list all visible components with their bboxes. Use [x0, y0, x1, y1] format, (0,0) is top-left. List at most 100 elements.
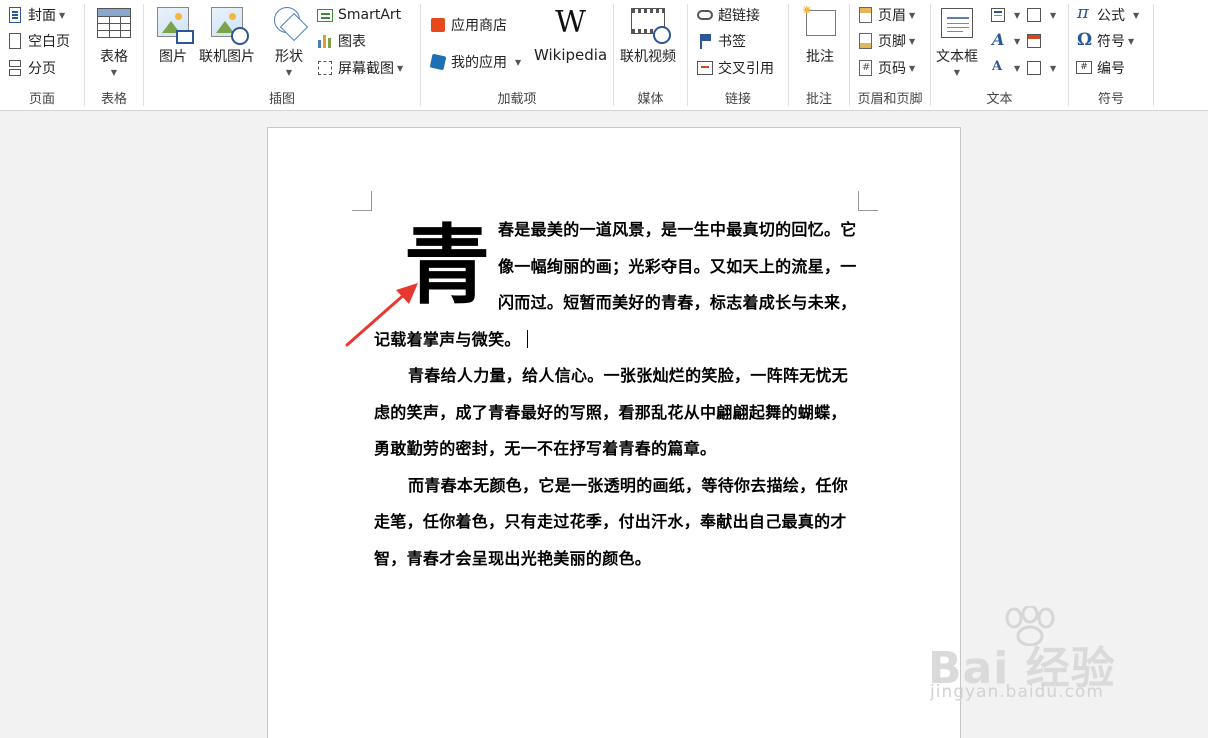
- blank-page-icon: [6, 32, 24, 50]
- my-apps-icon: [429, 53, 447, 71]
- blank-page-button[interactable]: 空白页: [6, 29, 70, 53]
- hyperlink-button[interactable]: 超链接: [696, 3, 760, 27]
- group-symbols: π 公式 ▼ Ω 符号 ▼ # 编号 符号: [1069, 0, 1153, 111]
- group-links: 超链接 书签 交叉引用 链接: [688, 0, 788, 111]
- paragraph-3[interactable]: 而青春本无颜色，它是一张透明的画纸，等待你去描绘，任你走笔，任你着色，只有走过花…: [374, 468, 860, 578]
- chevron-down-icon: ▼: [1014, 36, 1021, 46]
- cross-reference-label: 交叉引用: [718, 61, 774, 77]
- pi-icon: π: [1075, 2, 1093, 24]
- footer-button[interactable]: 页脚 ▼: [856, 29, 915, 53]
- chevron-down-icon: ▼: [515, 57, 522, 67]
- chevron-down-icon: ▼: [397, 63, 404, 73]
- chart-button[interactable]: 图表: [316, 29, 366, 53]
- chevron-down-icon: ▼: [909, 10, 916, 20]
- page-break-icon: [6, 59, 24, 77]
- group-pages: 封面 ▼ 空白页 分页 页面: [0, 0, 84, 111]
- comment-label: 批注: [806, 49, 834, 65]
- comment-button[interactable]: ✷ 批注: [801, 4, 839, 66]
- quick-parts-icon: [989, 6, 1007, 24]
- wordart-button[interactable]: A ▼: [989, 29, 1020, 53]
- chart-icon: [316, 32, 334, 50]
- textbox-icon: [938, 4, 976, 42]
- group-header-footer: 页眉▼ 页脚▼ 页码▼ 页眉和页脚: [850, 0, 930, 111]
- wikipedia-glyph: W: [555, 5, 586, 40]
- shapes-button[interactable]: 形状 ▼: [270, 4, 309, 77]
- smartart-icon: [316, 6, 334, 24]
- smartart-label: SmartArt: [338, 7, 402, 23]
- drop-cap-icon: A: [992, 59, 1003, 74]
- group-illustrations: 图片 联机图片 形状 ▼ SmartArt 图表 屏幕截图 ▼ 插图: [144, 0, 420, 111]
- chevron-down-icon: ▼: [1014, 10, 1021, 20]
- my-apps-button[interactable]: 我的应用 ▼: [429, 50, 521, 74]
- chevron-down-icon: ▼: [59, 10, 66, 20]
- wordart-icon: A: [992, 30, 1005, 49]
- screenshot-button[interactable]: 屏幕截图 ▼: [316, 56, 403, 80]
- screenshot-label: 屏幕截图: [338, 61, 394, 77]
- table-button[interactable]: 表格 ▼: [95, 4, 133, 77]
- symbol-label: 符号: [1097, 34, 1125, 50]
- table-icon: [95, 4, 133, 42]
- textbox-button[interactable]: 文本框 ▼: [936, 4, 978, 77]
- chevron-down-icon: ▼: [909, 63, 916, 73]
- document-page[interactable]: 青 春是最美的一道风景，是一生中最真切的回忆。它像一幅绚丽的画；光彩夺目。又如天…: [267, 127, 961, 738]
- paragraph-1[interactable]: 青 春是最美的一道风景，是一生中最真切的回忆。它像一幅绚丽的画；光彩夺目。又如天…: [374, 212, 860, 358]
- annotation-arrow-icon: [345, 283, 418, 347]
- chevron-down-icon: ▼: [953, 68, 961, 77]
- header-label: 页眉: [878, 8, 906, 24]
- group-label-header-footer: 页眉和页脚: [857, 92, 923, 107]
- video-icon: [629, 4, 671, 44]
- online-video-button[interactable]: 联机视频: [620, 4, 676, 66]
- object-button[interactable]: ▼: [1025, 56, 1056, 80]
- chevron-down-icon: ▼: [285, 68, 293, 77]
- pi-glyph: π: [1077, 2, 1089, 23]
- quick-parts-button[interactable]: ▼: [989, 3, 1020, 27]
- comment-icon: ✷: [801, 4, 839, 42]
- chart-label: 图表: [338, 34, 366, 50]
- store-icon: [429, 16, 447, 34]
- numbering-label: 编号: [1097, 61, 1125, 77]
- text-cursor: [526, 329, 528, 348]
- hash-glyph: #: [1076, 61, 1092, 74]
- cover-page-label: 封面: [28, 8, 56, 24]
- ribbon-insert-tab: 封面 ▼ 空白页 分页 页面 表格 ▼ 表格 图片 联机图片 形状 ▼ Smar…: [0, 0, 1208, 111]
- header-button[interactable]: 页眉 ▼: [856, 3, 915, 27]
- drop-cap-button[interactable]: A ▼: [989, 56, 1020, 80]
- bookmark-button[interactable]: 书签: [696, 29, 746, 53]
- cross-reference-button[interactable]: 交叉引用: [696, 56, 774, 80]
- hash-icon: #: [1075, 59, 1093, 77]
- wikipedia-button[interactable]: W Wikipedia: [534, 4, 607, 64]
- smartart-button[interactable]: SmartArt: [316, 3, 401, 27]
- signature-icon: [1025, 6, 1043, 24]
- page-break-button[interactable]: 分页: [6, 56, 56, 80]
- store-button[interactable]: 应用商店: [429, 13, 507, 37]
- hyperlink-label: 超链接: [718, 8, 760, 24]
- cover-page-button[interactable]: 封面 ▼: [6, 3, 65, 27]
- calendar-icon: [1025, 32, 1043, 50]
- group-label-comments: 批注: [805, 92, 832, 107]
- group-label-media: 媒体: [637, 92, 664, 107]
- document-body[interactable]: 青 春是最美的一道风景，是一生中最真切的回忆。它像一幅绚丽的画；光彩夺目。又如天…: [374, 212, 860, 577]
- signature-line-button[interactable]: ▼: [1025, 3, 1056, 27]
- chevron-down-icon: ▼: [909, 36, 916, 46]
- page-number-button[interactable]: 页码▼: [856, 56, 915, 80]
- chevron-down-icon: ▼: [1128, 36, 1135, 46]
- group-tables: 表格 ▼ 表格: [85, 0, 143, 111]
- footer-icon: [856, 32, 874, 50]
- online-picture-button[interactable]: 联机图片: [199, 4, 255, 66]
- paragraph-2[interactable]: 青春给人力量，给人信心。一张张灿烂的笑脸，一阵阵无忧无虑的笑声，成了青春最好的写…: [374, 358, 860, 468]
- shapes-label: 形状: [275, 49, 303, 65]
- picture-icon: [154, 4, 194, 44]
- symbol-button[interactable]: Ω 符号 ▼: [1075, 29, 1134, 53]
- hyperlink-icon: [696, 6, 714, 24]
- equation-button[interactable]: π 公式 ▼: [1075, 3, 1139, 27]
- bookmark-label: 书签: [718, 34, 746, 50]
- group-label-links: 链接: [724, 92, 751, 107]
- numbering-button[interactable]: # 编号: [1075, 56, 1125, 80]
- group-label-tables: 表格: [100, 92, 127, 107]
- date-time-button[interactable]: [1025, 29, 1047, 53]
- object-icon: [1025, 59, 1043, 77]
- omega-icon: Ω: [1075, 31, 1093, 50]
- picture-button[interactable]: 图片: [154, 4, 194, 66]
- group-media: 联机视频 媒体: [614, 0, 687, 111]
- online-video-label: 联机视频: [620, 49, 676, 65]
